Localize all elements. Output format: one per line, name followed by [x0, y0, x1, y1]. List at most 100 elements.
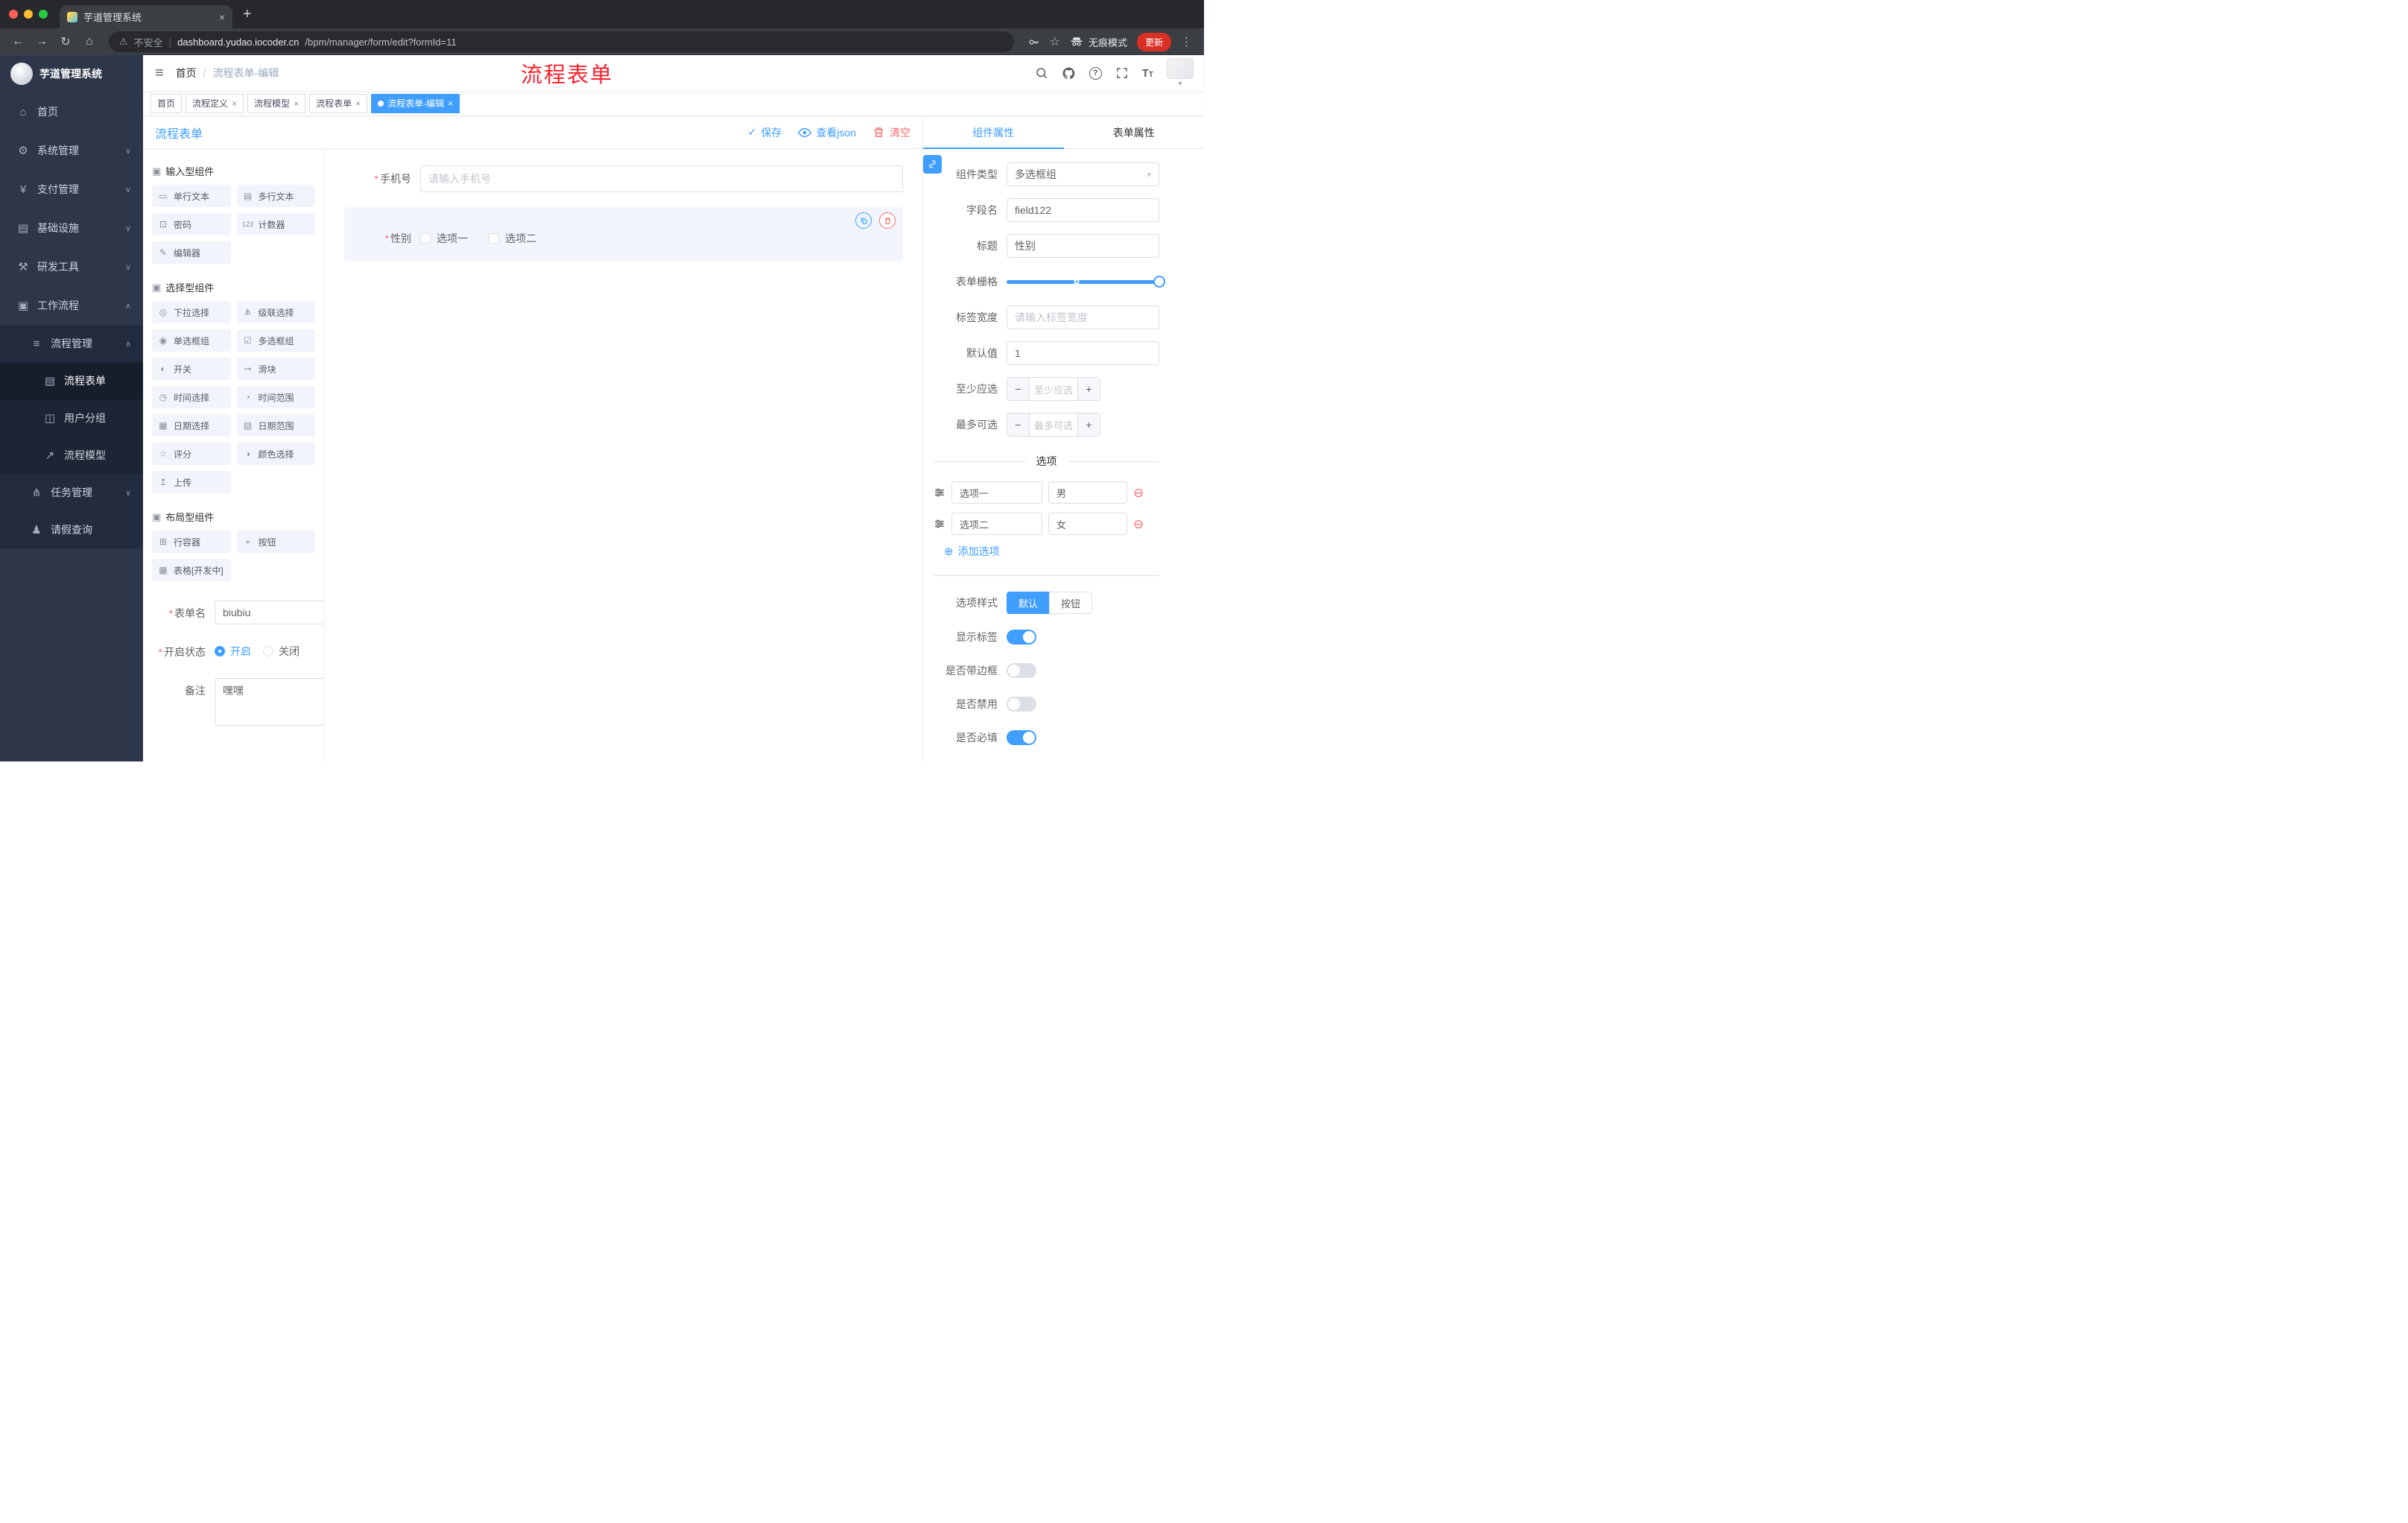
- hamburger-icon[interactable]: ≡: [143, 65, 176, 82]
- tag-home[interactable]: 首页: [150, 93, 183, 113]
- palette-item-button[interactable]: ⌖ 按钮: [236, 531, 315, 553]
- close-icon[interactable]: ×: [294, 98, 299, 109]
- security-label[interactable]: 不安全: [134, 35, 163, 49]
- status-off-radio[interactable]: 关闭: [263, 644, 300, 659]
- palette-item-table[interactable]: ▦ 表格[开发中]: [152, 559, 231, 581]
- sidebar-item-task-mgmt[interactable]: ⋔ 任务管理 ∨: [0, 474, 143, 511]
- border-toggle[interactable]: [1007, 663, 1036, 678]
- field-phone[interactable]: * 手机号: [344, 165, 903, 192]
- zoom-window-button[interactable]: [39, 10, 48, 19]
- min-select-value[interactable]: 至少应选: [1029, 378, 1078, 400]
- palette-item-select[interactable]: ◎ 下拉选择: [152, 301, 231, 323]
- show-label-toggle[interactable]: [1007, 630, 1036, 645]
- link-badge[interactable]: [923, 155, 942, 174]
- sidebar-item-payment[interactable]: ¥ 支付管理 ∨: [0, 170, 143, 209]
- remove-option-icon[interactable]: ⊖: [1133, 518, 1144, 531]
- tag-process-form-edit[interactable]: 流程表单-编辑 ×: [371, 93, 460, 113]
- field-name-input[interactable]: [1007, 198, 1159, 222]
- palette-item-switch[interactable]: ◐ 开关: [152, 358, 231, 380]
- sidebar-item-devtools[interactable]: ⚒ 研发工具 ∨: [0, 247, 143, 286]
- title-input[interactable]: [1007, 234, 1159, 258]
- status-on-radio[interactable]: 开启: [215, 644, 251, 659]
- disabled-toggle[interactable]: [1007, 697, 1036, 712]
- sidebar-logo[interactable]: 芋道管理系统: [0, 55, 143, 92]
- clear-button[interactable]: 清空: [872, 125, 910, 140]
- palette-item-multi-text[interactable]: ▤ 多行文本: [236, 185, 315, 207]
- form-canvas[interactable]: * 手机号 请输入手机号 * 性别 选项一 选项二: [325, 149, 922, 762]
- tag-process-definition[interactable]: 流程定义 ×: [186, 93, 244, 113]
- form-grid-slider[interactable]: [1007, 270, 1165, 294]
- view-json-button[interactable]: 查看json: [798, 125, 856, 140]
- component-type-select[interactable]: 多选框组 ▾: [1007, 162, 1159, 186]
- sidebar-item-leave-query[interactable]: ♟ 请假查询: [0, 511, 143, 548]
- form-name-input[interactable]: [215, 601, 324, 624]
- browser-menu-icon[interactable]: ⋮: [1181, 35, 1192, 48]
- sidebar-item-infra[interactable]: ▤ 基础设施 ∨: [0, 209, 143, 247]
- palette-item-cascader[interactable]: ⋔ 级联选择: [236, 301, 315, 323]
- style-button-button[interactable]: 按钮: [1049, 592, 1093, 614]
- tab-close-icon[interactable]: ×: [219, 11, 225, 23]
- field-gender-selected[interactable]: * 性别 选项一 选项二: [344, 207, 903, 261]
- palette-item-date-range[interactable]: ▧ 日期范围: [236, 414, 315, 437]
- drag-handle-icon[interactable]: [934, 518, 945, 530]
- option-value-input[interactable]: [1048, 513, 1127, 535]
- sidebar-item-workflow[interactable]: ▣ 工作流程 ∧: [0, 286, 143, 325]
- palette-item-slider[interactable]: ⊸ 滑块: [236, 358, 315, 380]
- form-remark-textarea[interactable]: 嘿嘿: [215, 678, 324, 726]
- palette-item-time-picker[interactable]: ◷ 时间选择: [152, 386, 231, 408]
- breadcrumb-home[interactable]: 首页: [176, 66, 197, 80]
- close-window-button[interactable]: [9, 10, 18, 19]
- back-icon[interactable]: ←: [7, 35, 28, 48]
- style-default-button[interactable]: 默认: [1007, 592, 1050, 614]
- max-select-value[interactable]: 最多可选: [1029, 414, 1078, 436]
- new-tab-button[interactable]: +: [232, 6, 262, 23]
- sidebar-item-system[interactable]: ⚙ 系统管理 ∨: [0, 131, 143, 170]
- browser-tab[interactable]: 芋道管理系统 ×: [60, 5, 232, 28]
- option-label-input[interactable]: [951, 513, 1042, 535]
- slider-thumb[interactable]: [1153, 276, 1165, 288]
- close-icon[interactable]: ×: [232, 98, 237, 109]
- tab-form-props[interactable]: 表单属性: [1064, 116, 1205, 148]
- fullscreen-icon[interactable]: [1115, 66, 1129, 80]
- tab-component-props[interactable]: 组件属性: [923, 116, 1064, 149]
- font-size-icon[interactable]: TT: [1142, 67, 1153, 80]
- palette-item-password[interactable]: ⊡ 密码: [152, 213, 231, 235]
- increase-button[interactable]: +: [1078, 378, 1100, 400]
- tag-process-form[interactable]: 流程表单 ×: [309, 93, 368, 113]
- search-icon[interactable]: [1035, 66, 1048, 80]
- close-icon[interactable]: ×: [355, 98, 361, 109]
- sidebar-item-home[interactable]: ⌂ 首页: [0, 92, 143, 131]
- sidebar-item-process-mgmt[interactable]: ≡ 流程管理 ∧: [0, 325, 143, 362]
- close-icon[interactable]: ×: [448, 98, 453, 109]
- palette-item-counter[interactable]: 123 计数器: [236, 213, 315, 235]
- palette-item-time-range[interactable]: ◔ 时间范围: [236, 386, 315, 408]
- forward-icon[interactable]: →: [31, 35, 52, 48]
- delete-field-button[interactable]: [879, 212, 896, 229]
- palette-item-upload[interactable]: ↥ 上传: [152, 471, 231, 493]
- palette-item-editor[interactable]: ✎ 编辑器: [152, 241, 231, 264]
- palette-item-row-container[interactable]: ⊞ 行容器: [152, 531, 231, 553]
- user-avatar-wrap[interactable]: ▾: [1167, 58, 1194, 88]
- tag-process-model[interactable]: 流程模型 ×: [247, 93, 306, 113]
- avatar[interactable]: [1167, 58, 1194, 79]
- drag-handle-icon[interactable]: [934, 487, 945, 498]
- option-value-input[interactable]: [1048, 481, 1127, 504]
- reload-icon[interactable]: ↻: [55, 34, 76, 49]
- option-label-input[interactable]: [951, 481, 1042, 504]
- label-width-input[interactable]: [1007, 305, 1159, 329]
- password-key-icon[interactable]: [1027, 36, 1040, 48]
- palette-item-date-picker[interactable]: ▦ 日期选择: [152, 414, 231, 437]
- decrease-button[interactable]: −: [1007, 414, 1029, 436]
- bookmark-star-icon[interactable]: ☆: [1050, 34, 1060, 49]
- remove-option-icon[interactable]: ⊖: [1133, 487, 1144, 499]
- minimize-window-button[interactable]: [24, 10, 33, 19]
- gender-option-1-checkbox[interactable]: 选项一: [420, 231, 468, 246]
- palette-item-rate[interactable]: ☆ 评分: [152, 443, 231, 465]
- add-option-button[interactable]: ⊕ 添加选项: [944, 544, 1159, 559]
- default-value-input[interactable]: [1007, 341, 1159, 365]
- help-icon[interactable]: ?: [1089, 66, 1102, 80]
- palette-item-radio-group[interactable]: ◉ 单选框组: [152, 329, 231, 352]
- save-button[interactable]: ✓ 保存: [748, 125, 782, 140]
- gender-option-2-checkbox[interactable]: 选项二: [489, 231, 536, 246]
- sidebar-item-user-group[interactable]: ◫ 用户分组: [0, 399, 143, 437]
